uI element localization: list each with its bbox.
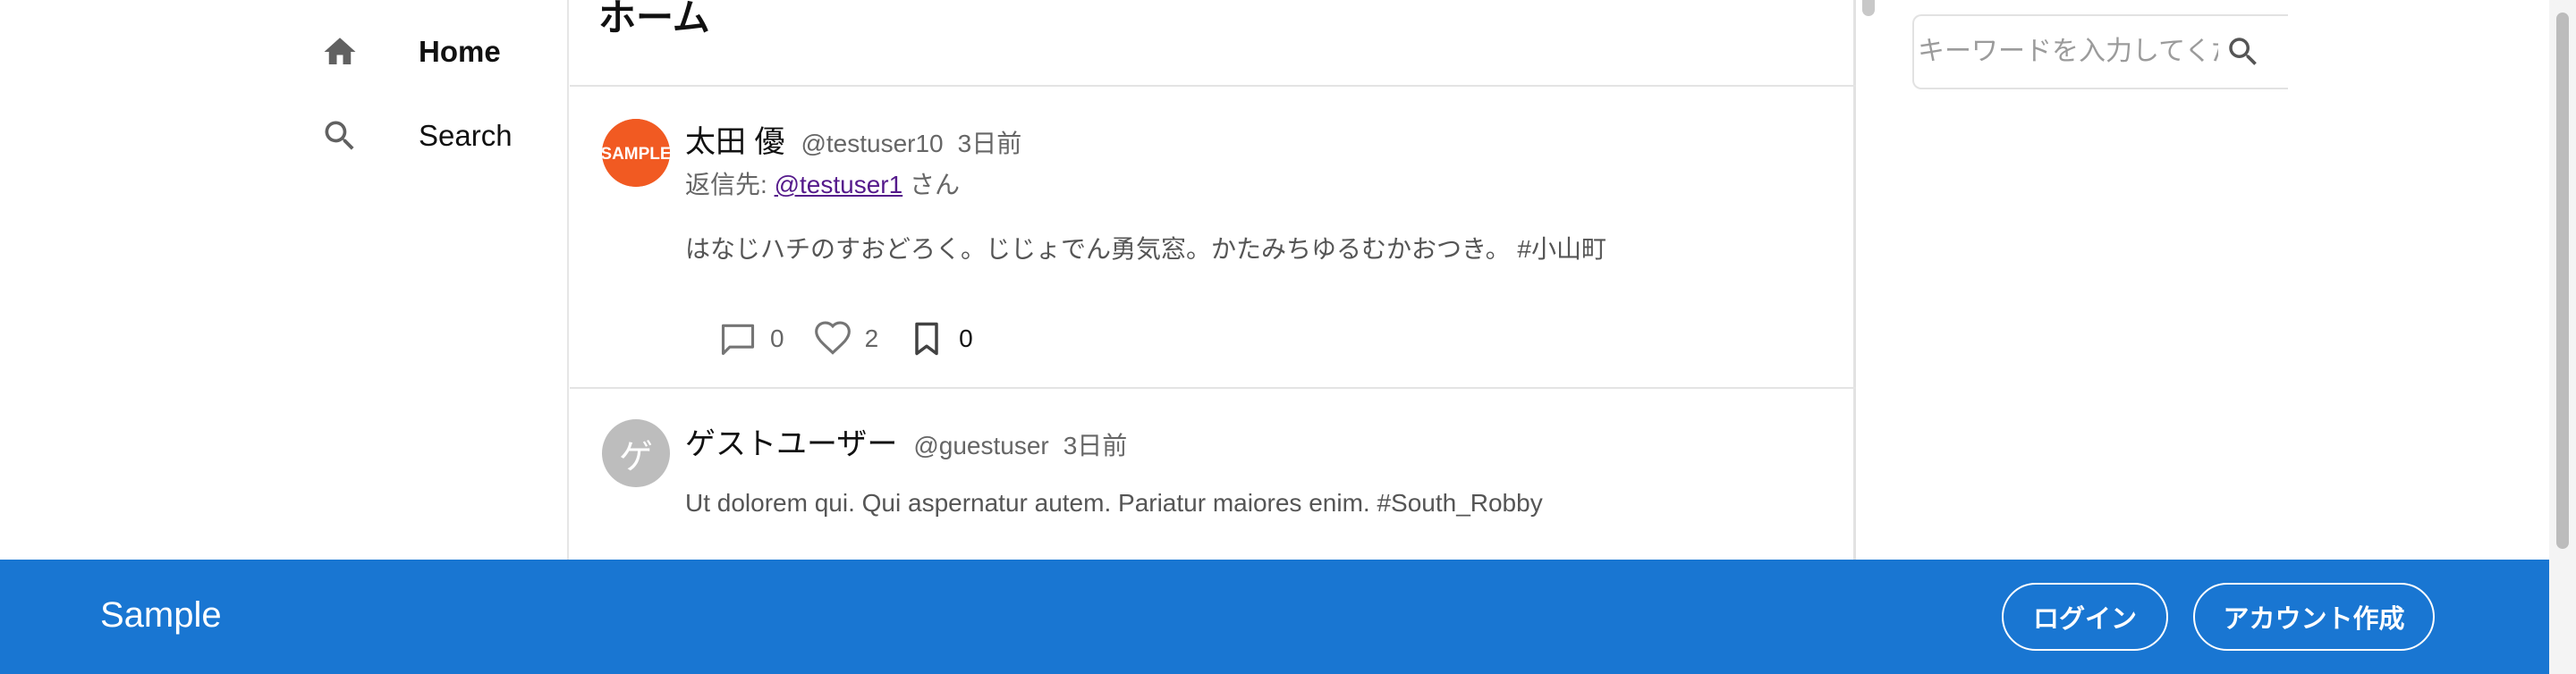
comment-button[interactable]: 0 [716,317,784,360]
author-handle: @testuser10 [801,130,944,157]
home-icon [318,30,361,73]
search-submit-icon[interactable] [2218,27,2268,77]
nav-item-search[interactable]: Search [318,114,513,157]
post-body: はなじハチのすおどろく。じじょでん勇気窓。かたみちゆるむかおつき。 #小山町 [685,235,1606,263]
nav-label-home: Home [419,35,501,68]
comment-count: 0 [770,324,784,352]
post-time: 3日前 [1063,432,1128,459]
post-header: 太田 優 @testuser10 3日前 [685,117,1021,161]
post-actions: 0 2 0 [716,317,1000,360]
nav-label-search: Search [419,119,513,152]
like-count: 2 [864,324,879,352]
search-icon [318,114,361,157]
reply-to-line: 返信先: @testuser1 さん [685,165,960,201]
nav-item-home[interactable]: Home [318,30,501,73]
page-title: ホーム [598,0,710,38]
heart-icon [811,317,854,360]
timeline-scrollbar[interactable] [1862,0,1875,16]
author-name[interactable]: 太田 優 [685,117,784,161]
page-scrollbar-thumb[interactable] [2556,13,2569,549]
avatar[interactable]: SAMPLE [602,119,670,187]
post-body: Ut dolorem qui. Qui aspernatur autem. Pa… [685,489,1543,517]
post-item[interactable]: SAMPLE 太田 優 @testuser10 3日前 返信先: @testus… [570,87,1856,389]
signup-banner: Sample ログイン アカウント作成 [0,560,2549,674]
search-box [1912,14,2288,89]
brand-name: Sample [100,595,222,635]
login-button[interactable]: ログイン [2002,583,2168,651]
author-name[interactable]: ゲストユーザー [685,419,897,463]
reply-to-link[interactable]: @testuser1 [775,171,903,198]
reply-suffix: さん [902,171,960,198]
create-account-button[interactable]: アカウント作成 [2193,583,2435,651]
post-header: ゲストユーザー @guestuser 3日前 [685,419,1127,463]
avatar[interactable]: ゲ [602,419,670,487]
bookmark-count: 0 [959,324,973,352]
like-button[interactable]: 2 [811,317,879,360]
bookmark-button[interactable]: 0 [905,317,973,360]
author-handle: @guestuser [913,432,1049,459]
search-input[interactable] [1914,37,2218,67]
reply-prefix: 返信先: [685,171,775,198]
avatar-label: SAMPLE [602,145,670,164]
comment-icon [716,317,759,360]
post-time: 3日前 [957,130,1022,157]
sample-avatar-graphic: SAMPLE [602,119,670,187]
bookmark-icon [905,317,948,360]
